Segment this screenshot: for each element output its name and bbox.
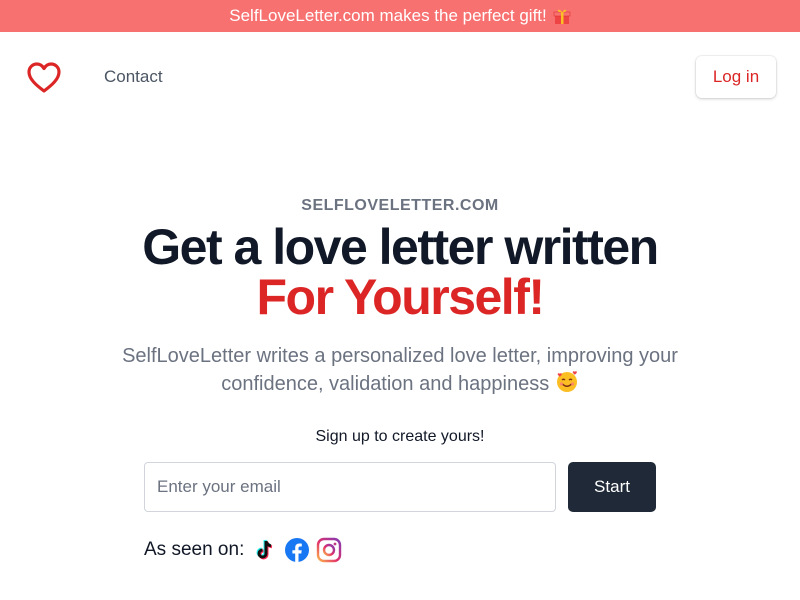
hero-subtitle-text: SelfLoveLetter writes a personalized lov… (122, 345, 678, 395)
hero-headline-line1: Get a love letter written (142, 219, 659, 275)
top-nav: Contact Log in (0, 32, 800, 122)
gift-icon (553, 7, 571, 25)
as-seen-on-label: As seen on: (144, 539, 245, 560)
instagram-icon[interactable] (316, 537, 342, 563)
hero-eyebrow: SELFLOVELETTER.COM (301, 197, 499, 214)
hero-subtitle: SelfLoveLetter writes a personalized lov… (90, 342, 710, 398)
heart-icon[interactable] (26, 61, 62, 95)
signup-label: Sign up to create yours! (315, 428, 485, 445)
hero-section: SELFLOVELETTER.COM Get a love letter wri… (0, 190, 800, 398)
email-input[interactable] (144, 462, 556, 512)
login-button[interactable]: Log in (696, 56, 776, 98)
as-seen-on: As seen on: (144, 536, 348, 564)
tiktok-icon[interactable] (252, 537, 278, 563)
start-button[interactable]: Start (568, 462, 656, 512)
smiling-face-with-hearts-icon (555, 370, 579, 394)
facebook-icon[interactable] (284, 537, 310, 563)
promo-banner: SelfLoveLetter.com makes the perfect gif… (0, 0, 800, 32)
nav-link-contact[interactable]: Contact (104, 67, 163, 87)
promo-banner-text: SelfLoveLetter.com makes the perfect gif… (229, 6, 547, 25)
hero-headline-line2: For Yourself! (256, 269, 545, 325)
